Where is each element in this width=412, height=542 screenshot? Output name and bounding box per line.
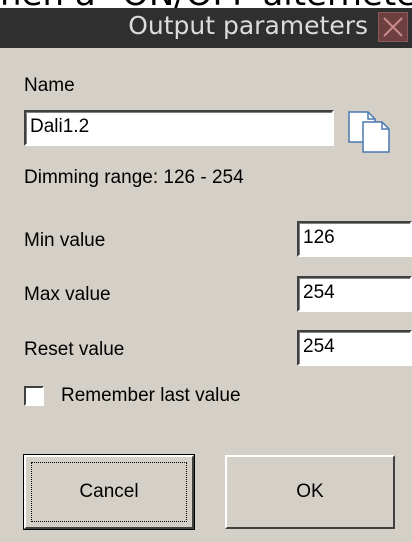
max-value-label: Max value: [24, 284, 111, 305]
name-field[interactable]: Dali1.2: [24, 110, 334, 146]
max-value-field[interactable]: 254: [297, 276, 412, 312]
reset-value-field[interactable]: 254: [297, 330, 412, 366]
remember-last-value-label: Remember last value: [61, 385, 241, 406]
name-label: Name: [24, 75, 75, 96]
close-icon: [383, 17, 403, 37]
close-button[interactable]: [378, 12, 408, 42]
ok-button-label: OK: [296, 481, 324, 502]
min-value-label: Min value: [24, 230, 106, 251]
cancel-button-label: Cancel: [79, 481, 139, 502]
title-bar[interactable]: Output parameters: [0, 8, 412, 48]
ok-button[interactable]: OK: [225, 455, 395, 529]
window-title: Output parameters: [128, 11, 368, 40]
dimming-range-text: Dimming range: 126 - 254: [24, 167, 244, 188]
reset-value-label: Reset value: [24, 339, 125, 360]
cancel-button[interactable]: Cancel: [23, 454, 195, 530]
copy-icon[interactable]: [348, 111, 394, 153]
output-parameters-dialog: Output parameters Name Dali1.2 Dimming r…: [0, 8, 412, 542]
remember-last-value-checkbox[interactable]: [24, 386, 44, 406]
min-value-field[interactable]: 126: [297, 221, 412, 257]
